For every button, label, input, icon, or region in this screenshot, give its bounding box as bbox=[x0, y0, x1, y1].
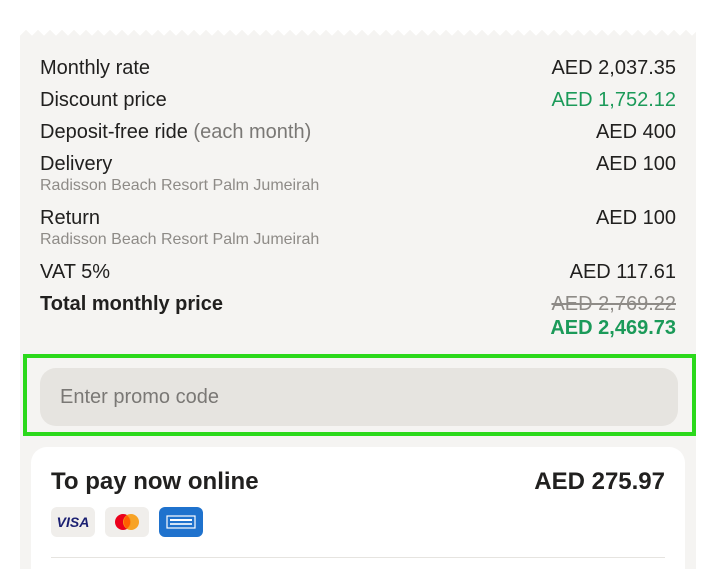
total-old-price: AED 2,769.22 bbox=[551, 293, 676, 315]
promo-highlight bbox=[23, 354, 696, 436]
pay-now-title: To pay now online bbox=[51, 468, 259, 495]
discount-price-value: AED 1,752.12 bbox=[551, 89, 676, 111]
row-discount-price: Discount price AED 1,752.12 bbox=[40, 88, 676, 120]
payment-methods: VISA bbox=[51, 507, 203, 537]
delivery-label: Delivery bbox=[40, 153, 113, 175]
row-total: Total monthly price AED 2,769.22 AED 2,4… bbox=[40, 292, 676, 340]
receipt-edge bbox=[20, 24, 696, 36]
price-rows: Monthly rate AED 2,037.35 Discount price… bbox=[40, 56, 676, 340]
return-label: Return bbox=[40, 207, 101, 229]
monthly-rate-value: AED 2,037.35 bbox=[551, 57, 676, 79]
row-deposit-free: Deposit-free ride (each month) AED 400 bbox=[40, 120, 676, 152]
delivery-value: AED 100 bbox=[595, 153, 676, 175]
return-location: Radisson Beach Resort Palm Jumeirah bbox=[40, 231, 320, 248]
pay-now-amount: AED 275.97 bbox=[534, 468, 665, 495]
row-vat: VAT 5% AED 117.61 bbox=[40, 260, 676, 292]
vat-label: VAT 5% bbox=[40, 261, 111, 283]
total-new-price: AED 2,469.73 bbox=[550, 317, 676, 339]
deposit-free-value: AED 400 bbox=[595, 121, 676, 143]
return-value: AED 100 bbox=[595, 207, 676, 229]
deposit-free-label: Deposit-free ride bbox=[40, 121, 188, 143]
discount-price-label: Discount price bbox=[40, 89, 167, 111]
visa-icon: VISA bbox=[51, 507, 95, 537]
row-return: Return Radisson Beach Resort Palm Jumeir… bbox=[40, 206, 676, 260]
card-divider bbox=[51, 557, 665, 558]
promo-code-input[interactable] bbox=[40, 368, 678, 426]
monthly-rate-label: Monthly rate bbox=[40, 57, 151, 79]
pay-now-card: To pay now online AED 275.97 VISA bbox=[31, 447, 685, 587]
amex-icon bbox=[159, 507, 203, 537]
mastercard-icon bbox=[105, 507, 149, 537]
delivery-location: Radisson Beach Resort Palm Jumeirah bbox=[40, 177, 320, 194]
row-monthly-rate: Monthly rate AED 2,037.35 bbox=[40, 56, 676, 88]
total-label: Total monthly price bbox=[40, 293, 223, 315]
vat-value: AED 117.61 bbox=[569, 261, 676, 283]
deposit-free-note: (each month) bbox=[193, 121, 312, 143]
row-delivery: Delivery Radisson Beach Resort Palm Jume… bbox=[40, 152, 676, 206]
